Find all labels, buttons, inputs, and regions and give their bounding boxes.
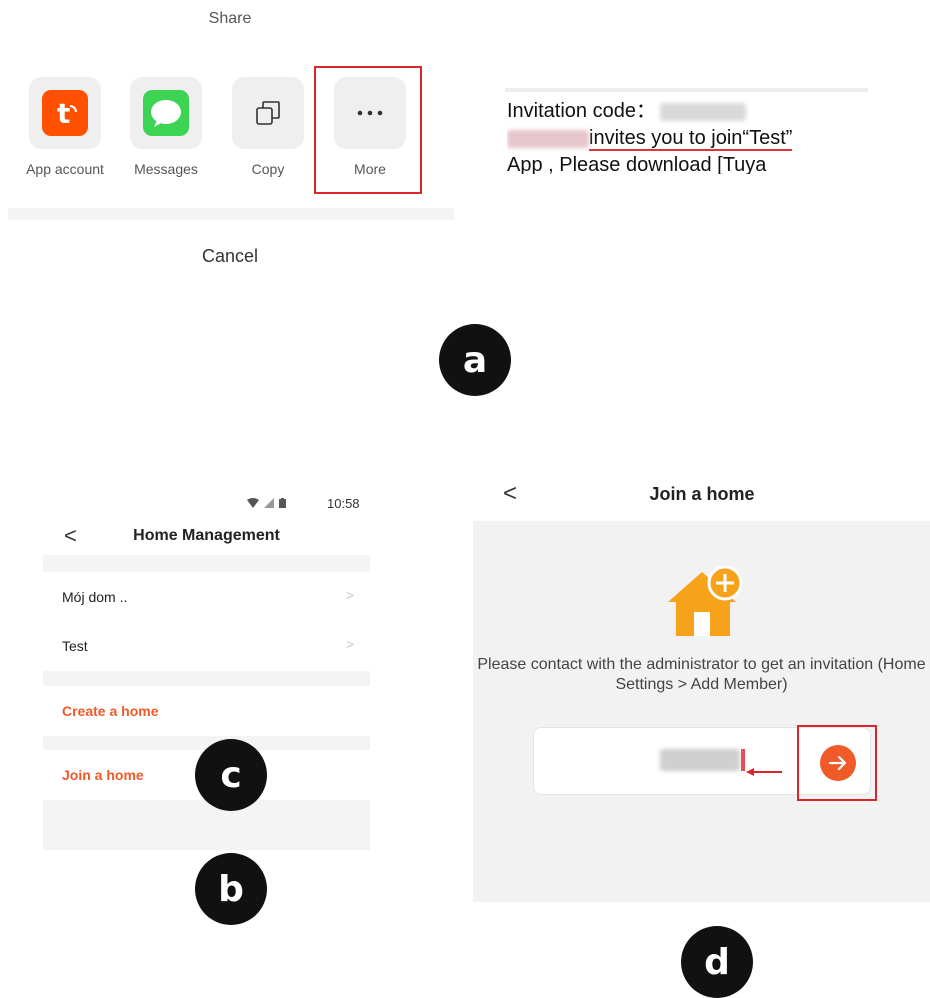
back-button[interactable]: < [503,480,517,508]
signal-icon [264,498,275,508]
share-item-label: Messages [134,161,198,177]
share-item-label: Copy [251,161,285,177]
invitation-code-label: Invitation code： [507,100,656,122]
invites-text: invites you to join“Test” [589,127,793,151]
sheet-divider [8,208,454,220]
step-label-c: c [195,739,267,811]
redacted-code [659,102,746,121]
messages-icon [143,90,189,136]
page-title: Join a home [649,484,755,504]
chevron-right-icon: > [345,587,354,603]
share-copy-button[interactable]: Copy [218,77,318,187]
tuya-app-icon: t [42,90,88,136]
home-item-test[interactable]: Test > [43,621,370,671]
share-messages-button[interactable]: Messages [116,77,216,187]
status-icons [247,498,297,511]
redacted-username [507,129,589,148]
pointer-arrow-icon [746,768,782,776]
home-item-label: Mój dom .. [62,589,128,605]
wifi-icon [247,498,259,508]
step-label-b: b [195,853,267,925]
message-preview-divider [505,88,868,92]
svg-text:t: t [57,98,70,128]
chevron-right-icon: > [345,636,354,652]
status-time: 10:58 [327,496,360,511]
share-sheet-title: Share [208,10,252,27]
share-item-label: App account [26,161,104,177]
text-cursor [741,749,745,771]
join-home-label: Join a home [62,767,144,783]
step-label-d: d [681,926,753,998]
create-home-label: Create a home [62,703,159,719]
step-label-a: a [439,324,511,396]
submit-highlight-box [797,725,877,801]
create-home-button[interactable]: Create a home [43,686,370,736]
add-home-icon [668,566,743,636]
share-app-account-button[interactable]: t App account [15,77,115,187]
page-title: Home Management [133,527,280,544]
battery-icon [279,498,287,508]
home-item-moj-dom[interactable]: Mój dom .. > [43,572,370,622]
cancel-button[interactable]: Cancel [0,246,460,267]
redacted-invitation-code [660,749,740,771]
join-home-instructions: Please contact with the administrator to… [477,656,926,693]
copy-icon [256,101,280,125]
invitation-message-preview: Invitation code： invites you to join“Tes… [507,98,868,174]
message-line-3: App , Please download [Tuya [507,154,767,174]
more-highlight-box [314,66,422,194]
home-item-label: Test [62,638,88,654]
back-button[interactable]: < [64,523,77,549]
